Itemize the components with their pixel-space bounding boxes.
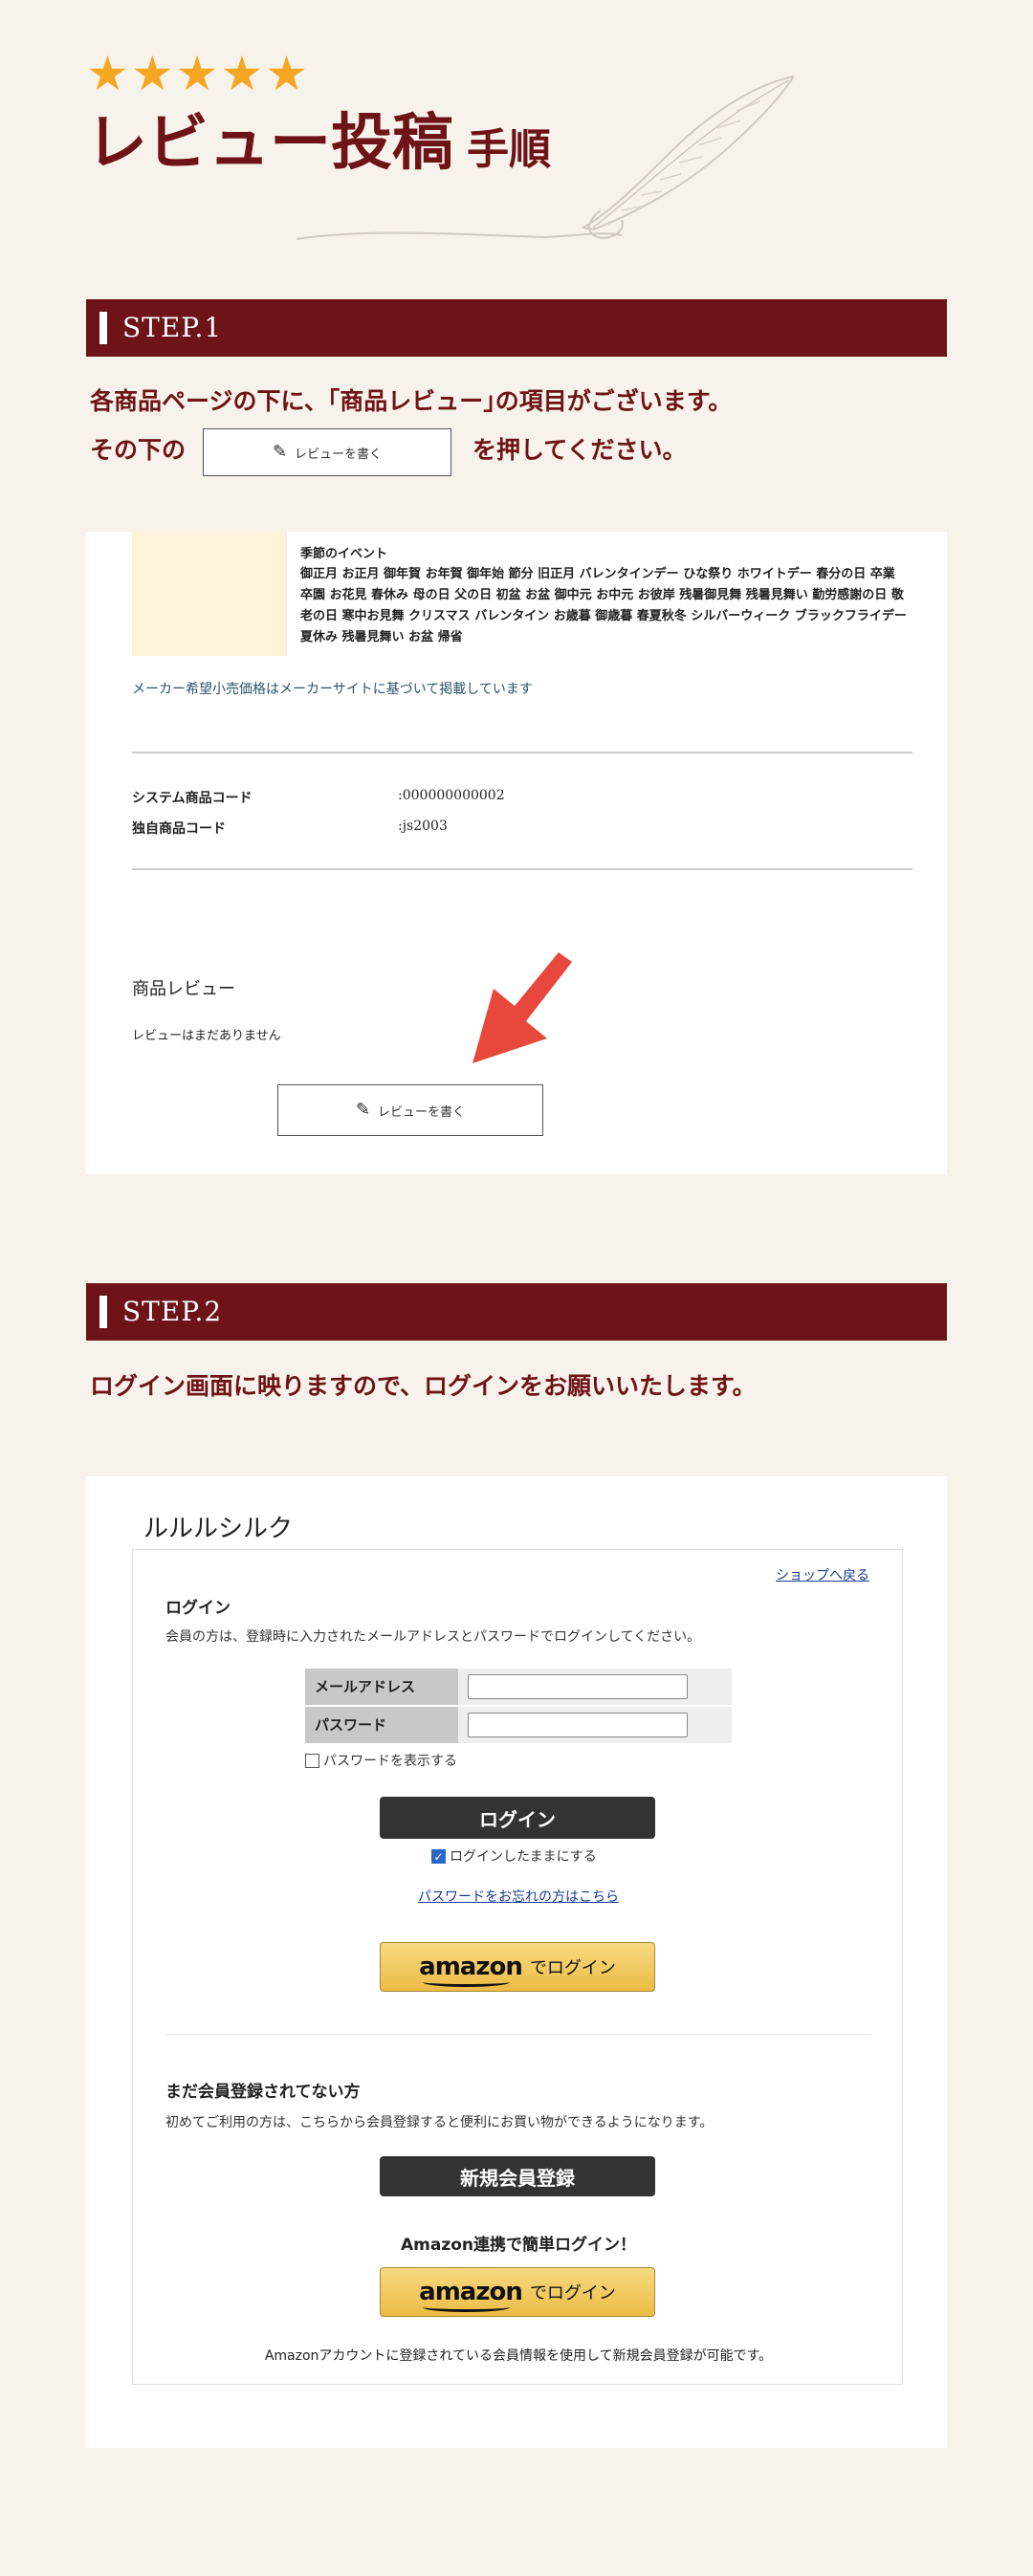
login-box: ショップへ戻る ログイン 会員の方は、登録時に入力されたメールアドレスとパスワー… [132,1549,903,2385]
amazon-login-button[interactable]: amazon でログイン [380,1942,655,1992]
stay-logged-in-label: ログインしたままにする [450,1849,597,1865]
checkbox-icon[interactable] [305,1753,319,1768]
amazon-login-label: でログイン [529,2283,616,2303]
stay-logged-in-toggle[interactable]: ✓ ログインしたままにする [431,1846,597,1866]
feather-icon [297,75,794,240]
back-to-shop-link[interactable]: ショップへ戻る [776,1565,869,1584]
login-title: ログイン [165,1599,231,1618]
write-review-label: レビューを書く [378,1104,466,1120]
password-label: パスワード [305,1707,458,1743]
product-page-screenshot: 季節のイベント 御正月 お正月 御年賀 お年賀 御年始 節分 旧正月 バレンタイ… [86,532,947,1174]
step1-instruction-line1: 各商品ページの下に、｢商品レビュー｣の項目がございます。 [90,387,733,415]
login-page-screenshot: ルルルシルク ショップへ戻る ログイン 会員の方は、登録時に入力されたメールアド… [86,1476,947,2448]
divider [132,868,912,870]
register-button[interactable]: 新規会員登録 [380,2156,655,2196]
system-code-value: :000000000002 [398,788,505,803]
step2-instruction: ログイン画面に映りますので、ログインをお願いいたします。 [90,1372,757,1400]
not-member-title: まだ会員登録されてない方 [165,2083,361,2102]
show-password-toggle[interactable]: パスワードを表示する [305,1751,457,1770]
custom-code-value: :js2003 [398,819,448,834]
step1-instruction-line2-prefix: その下の [90,436,187,464]
inline-write-review-label: レビューを書く [295,447,383,462]
no-review-text: レビューはまだありません [132,1029,281,1043]
inline-write-review-button: ✎ レビューを書く [203,428,451,476]
pencil-icon: ✎ [272,442,288,462]
forgot-password-link[interactable]: パスワードをお忘れの方はこちら [133,1887,904,1906]
step2-bar-mark [99,1296,107,1328]
rating-stars-icon: ★★★★★ [86,46,311,101]
show-password-label: パスワードを表示する [323,1754,457,1769]
step1-instruction-line2-suffix: を押してください。 [473,436,687,464]
event-keywords: 御正月 お正月 御年賀 お年賀 御年始 節分 旧正月 バレンタインデー ひな祭り… [300,567,907,644]
write-review-button[interactable]: ✎ レビューを書く [277,1084,543,1136]
product-color-swatch [132,532,287,656]
maker-price-note: メーカー希望小売価格はメーカーサイトに基づいて掲載しています [132,682,533,697]
step2-bar: STEP.2 [86,1283,947,1341]
not-member-description: 初めてご利用の方は、こちらから会員登録すると便利にお買い物ができるようになります… [165,2115,714,2130]
login-description: 会員の方は、登録時に入力されたメールアドレスとパスワードでログインしてください。 [165,1629,701,1645]
amazon-login-button-2[interactable]: amazon でログイン [380,2267,655,2317]
shop-name: ルルルシルク [143,1515,294,1543]
step1-bar: STEP.1 [86,299,947,357]
email-field[interactable] [468,1674,688,1699]
password-row: パスワード [305,1707,732,1743]
step1-label: STEP.1 [122,312,223,343]
amazon-easy-login-heading: Amazon連携で簡単ログイン！ [400,2236,637,2255]
login-button[interactable]: ログイン [380,1797,655,1839]
arrow-icon [473,952,572,1063]
amazon-logo: amazon [419,2278,523,2312]
custom-code-label: 独自商品コード [132,821,226,837]
divider [132,752,912,753]
amazon-logo: amazon [419,1953,523,1987]
pencil-icon: ✎ [355,1100,371,1120]
checkbox-checked-icon[interactable]: ✓ [431,1848,446,1864]
amazon-login-label: でログイン [529,1958,616,1978]
step2-label: STEP.2 [122,1296,223,1327]
email-row: メールアドレス [305,1669,732,1705]
divider [165,2034,871,2035]
password-field[interactable] [468,1713,688,1737]
system-code-label: システム商品コード [132,791,253,806]
review-heading: 商品レビュー [132,979,235,999]
amazon-note: Amazonアカウントに登録されている会員情報を使用して新規会員登録が可能です。 [264,2348,773,2364]
email-label: メールアドレス [305,1669,458,1705]
step1-bar-mark [99,312,107,344]
event-title: 季節のイベント [300,547,388,561]
